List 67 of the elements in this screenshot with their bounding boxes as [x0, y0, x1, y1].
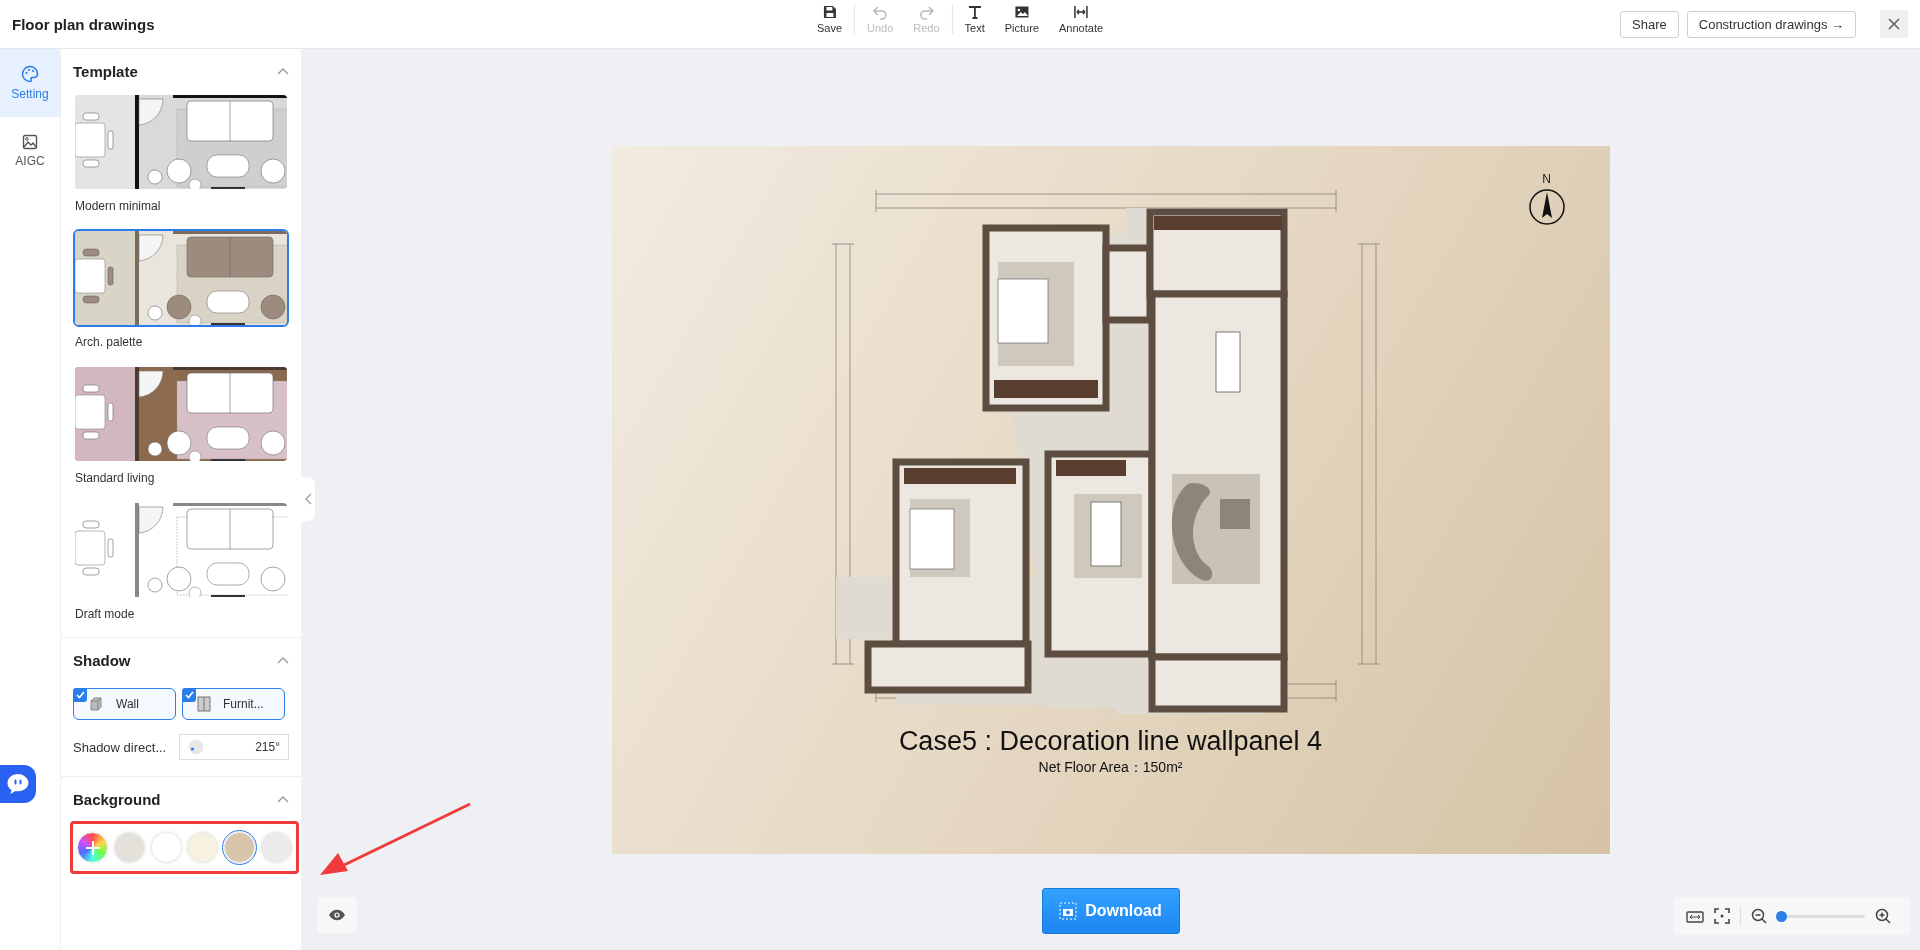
section-title: Shadow [73, 651, 131, 669]
fit-width-icon [1686, 909, 1704, 923]
text-icon [966, 4, 983, 20]
color-swatch[interactable] [113, 832, 145, 863]
checkbox[interactable] [182, 688, 196, 702]
floor-area-text: Net Floor Area：150m² [1038, 759, 1183, 777]
chevron-left-icon [304, 493, 312, 505]
eye-icon [328, 909, 346, 921]
color-swatch[interactable] [187, 832, 219, 863]
chat-button[interactable] [0, 765, 36, 803]
template-thumbnail[interactable] [73, 501, 289, 599]
template-thumbnail[interactable] [73, 229, 289, 327]
shadow-option[interactable]: Wall [73, 688, 176, 720]
chevron-up-icon[interactable] [277, 67, 289, 75]
section-title: Background [73, 790, 161, 808]
zoom-slider-thumb[interactable] [1775, 910, 1787, 922]
template-label: Modern minimal [75, 199, 162, 213]
zoom-in-button[interactable] [1875, 908, 1891, 924]
template-thumbnail[interactable] [73, 365, 289, 463]
chevron-up-icon[interactable] [277, 656, 289, 664]
cube-icon [88, 696, 104, 712]
close-icon [1888, 18, 1900, 30]
close-button[interactable] [1880, 10, 1908, 38]
image-icon [22, 134, 38, 150]
collapse-handle[interactable] [301, 477, 315, 521]
template-label: Standard living [75, 471, 156, 485]
image-icon [1013, 4, 1030, 20]
dial-icon [188, 739, 204, 755]
focus-icon [1714, 908, 1730, 924]
chevron-up-icon[interactable] [277, 795, 289, 803]
checkbox[interactable] [73, 688, 87, 702]
text-tool[interactable]: Text [956, 4, 993, 34]
zoom-out-button[interactable] [1751, 908, 1767, 924]
chat-bubble-icon [6, 773, 30, 795]
picture-tool[interactable]: Picture [996, 4, 1048, 34]
dimension-icon [1073, 4, 1090, 20]
redo-icon [918, 4, 935, 20]
save-tool[interactable]: Save [808, 4, 850, 34]
sidebar-tab[interactable]: AIGC [0, 117, 60, 185]
compass-icon [1527, 188, 1566, 226]
annotate-tool[interactable]: Annotate [1051, 4, 1112, 34]
angle-input[interactable]: 215° [179, 734, 289, 760]
share-button[interactable]: Share [1620, 10, 1679, 38]
template-label: Arch. palette [75, 335, 144, 349]
fit-screen-button[interactable] [1714, 908, 1730, 924]
plus-icon [84, 839, 101, 856]
fit-width-button[interactable] [1686, 909, 1704, 923]
template-thumbnail[interactable] [73, 93, 289, 191]
zoom-in-icon [1875, 908, 1891, 924]
window-title: Floor plan drawings [12, 15, 155, 33]
shadow-option[interactable]: Furnit... [182, 688, 285, 720]
zoom-out-icon [1751, 908, 1767, 924]
compass-label: N [1542, 172, 1551, 186]
section-title: Template [73, 62, 138, 80]
save-icon [821, 4, 838, 20]
camera-icon [1059, 902, 1078, 920]
undo-icon [872, 4, 889, 20]
drawing-title: Case5 : Decoration line wallpanel 4 [898, 726, 1323, 757]
construction-drawings-button[interactable]: Construction drawings → [1686, 10, 1856, 38]
cabinet-icon [197, 696, 211, 712]
add-color-button[interactable] [77, 832, 108, 863]
field-label: Shadow direct... [73, 739, 167, 755]
preview-button[interactable] [317, 897, 357, 933]
palette-icon [21, 65, 39, 83]
sidebar-tab[interactable]: Setting [0, 49, 60, 117]
template-label: Draft mode [75, 607, 136, 621]
color-swatch[interactable] [224, 832, 256, 863]
